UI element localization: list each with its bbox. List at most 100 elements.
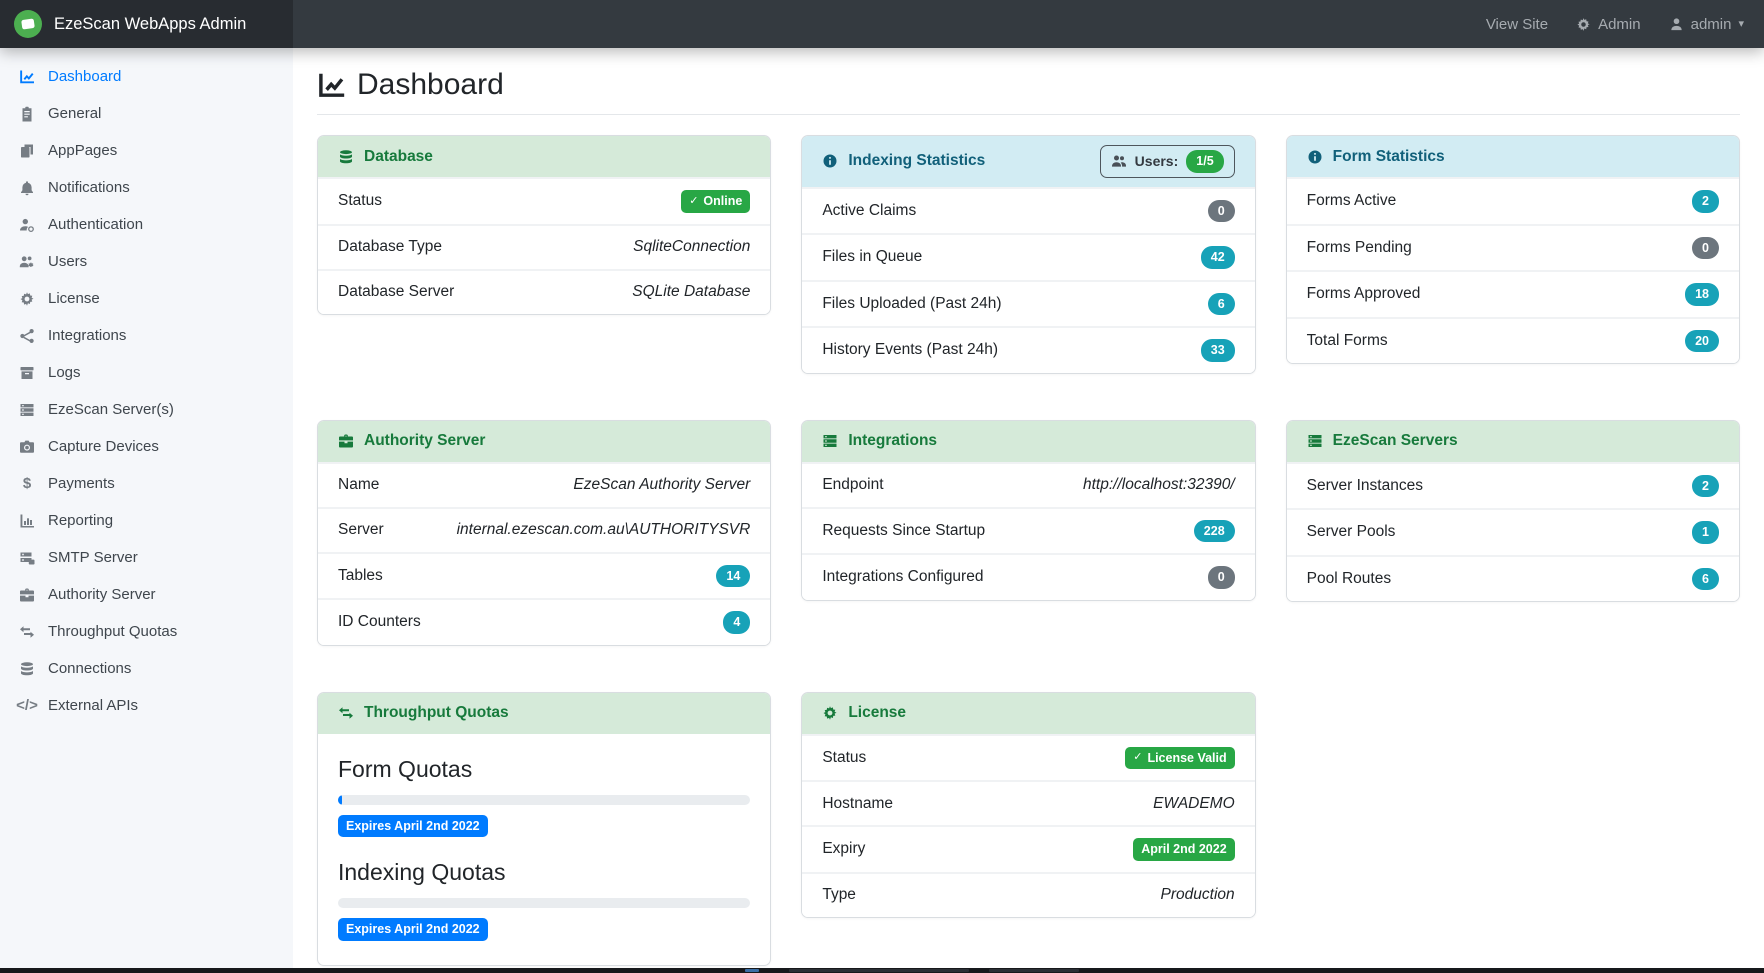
card-license-header: License: [802, 693, 1254, 734]
stat-badge: 228: [1194, 520, 1235, 543]
card-integrations: IntegrationsEndpointhttp://localhost:323…: [801, 420, 1255, 601]
card-indexing-statistics-header: Indexing StatisticsUsers:1/5: [802, 136, 1254, 187]
info-circle-icon: [1307, 149, 1323, 165]
stat-label: Files in Queue: [822, 248, 922, 266]
card-title: Integrations: [848, 432, 937, 450]
quotas-body: Form Quotas Expires April 2nd 2022 Indexin…: [318, 734, 770, 965]
copy-icon: [17, 143, 37, 159]
chart-line-icon: [317, 71, 346, 100]
sidebar-item-label: Payments: [48, 475, 115, 492]
quota-expiry-badge: Expires April 2nd 2022: [338, 815, 488, 838]
navbar-brand-label: EzeScan WebApps Admin: [54, 15, 246, 34]
dollar-icon: $: [17, 476, 37, 491]
users-count-button[interactable]: Users:1/5: [1100, 145, 1235, 178]
briefcase-icon: [17, 587, 37, 603]
sidebar-item-smtp-server[interactable]: SMTP Server: [0, 539, 293, 576]
stat-badge: 0: [1208, 566, 1235, 589]
sidebar-item-authority-server[interactable]: Authority Server: [0, 576, 293, 613]
stat-badge: 2: [1692, 190, 1719, 213]
sidebar-item-authentication[interactable]: Authentication: [0, 206, 293, 243]
sidebar-item-logs[interactable]: Logs: [0, 354, 293, 391]
stat-row-expiry: ExpiryApril 2nd 2022: [802, 825, 1254, 872]
stat-row-forms-pending: Forms Pending0: [1287, 224, 1739, 271]
stat-row-forms-approved: Forms Approved18: [1287, 270, 1739, 317]
stat-badge: 6: [1208, 293, 1235, 316]
sidebar-item-label: Connections: [48, 660, 131, 677]
card-throughput-quotas: Throughput QuotasForm QuotasExpires Apri…: [317, 692, 771, 966]
sidebar-item-notifications[interactable]: Notifications: [0, 169, 293, 206]
sidebar-item-connections[interactable]: Connections: [0, 650, 293, 687]
mail-server-icon: [17, 550, 37, 566]
server-icon: [822, 433, 838, 449]
stat-badge: 2: [1692, 475, 1719, 498]
sidebar-item-dashboard[interactable]: Dashboard: [0, 58, 293, 95]
cog-icon: [17, 291, 37, 307]
card-database: DatabaseStatus✓OnlineDatabase TypeSqlite…: [317, 135, 771, 315]
sidebar-nav: Dashboard General AppPages Notifications Aut…: [0, 58, 293, 724]
quota-indexing-quotas: Indexing QuotasExpires April 2nd 2022: [338, 859, 750, 941]
card-ezescan-servers-header: EzeScan Servers: [1287, 421, 1739, 462]
user-menu[interactable]: admin ▾: [1669, 16, 1744, 33]
sidebar-item-reporting[interactable]: Reporting: [0, 502, 293, 539]
sidebar-item-license[interactable]: License: [0, 280, 293, 317]
card-title: Form Statistics: [1333, 148, 1445, 166]
stat-badge: 6: [1692, 568, 1719, 591]
sidebar-item-ezescan-server-s[interactable]: EzeScan Server(s): [0, 391, 293, 428]
users-icon: [1111, 153, 1127, 169]
view-site-link[interactable]: View Site: [1486, 16, 1548, 33]
stat-value: Production: [1161, 886, 1235, 904]
progress-fill: [338, 795, 342, 805]
server-icon: [1307, 433, 1323, 449]
quota-heading: Form Quotas: [338, 756, 750, 783]
stat-label: Server Instances: [1307, 477, 1423, 495]
stat-label: Pool Routes: [1307, 570, 1391, 588]
stat-value: internal.ezescan.com.au\AUTHORITYSVR: [457, 521, 751, 539]
admin-menu-link[interactable]: Admin: [1576, 16, 1641, 33]
sidebar-item-label: Throughput Quotas: [48, 623, 177, 640]
quota-form-quotas: Form Quotas Expires April 2nd 2022: [338, 756, 750, 838]
stat-label: Files Uploaded (Past 24h): [822, 295, 1001, 313]
stat-row-requests-since-startup: Requests Since Startup228: [802, 507, 1254, 554]
sidebar-item-external-apis[interactable]: </>External APIs: [0, 687, 293, 724]
stat-label: History Events (Past 24h): [822, 341, 998, 359]
stat-label: Type: [822, 886, 856, 904]
sidebar-item-users[interactable]: Users: [0, 243, 293, 280]
sidebar-item-label: AppPages: [48, 142, 117, 159]
sidebar-item-label: Capture Devices: [48, 438, 159, 455]
sidebar-item-label: Dashboard: [48, 68, 121, 85]
sidebar-item-throughput-quotas[interactable]: Throughput Quotas: [0, 613, 293, 650]
sidebar-item-capture-devices[interactable]: Capture Devices: [0, 428, 293, 465]
sidebar-item-label: Reporting: [48, 512, 113, 529]
stat-row-hostname: HostnameEWADEMO: [802, 780, 1254, 825]
stat-label: Total Forms: [1307, 332, 1388, 350]
stat-row-server-pools: Server Pools1: [1287, 508, 1739, 555]
gear-icon: [1576, 17, 1591, 32]
stat-row-tables: Tables14: [318, 552, 770, 599]
stat-value: EzeScan Authority Server: [573, 476, 750, 494]
navbar-brand[interactable]: EzeScan WebApps Admin: [0, 0, 293, 48]
stat-badge: April 2nd 2022: [1133, 838, 1234, 861]
stat-label: Database Type: [338, 238, 442, 256]
stat-row-id-counters: ID Counters4: [318, 598, 770, 645]
cards-grid: DatabaseStatus✓OnlineDatabase TypeSqlite…: [317, 135, 1740, 966]
users-count-badge: 1/5: [1186, 150, 1223, 173]
sidebar-item-label: Logs: [48, 364, 81, 381]
code-icon: </>: [17, 698, 37, 713]
taskbar-blip: [989, 969, 1079, 972]
stat-label: Status: [338, 192, 382, 210]
database-icon: [338, 149, 354, 165]
sidebar-item-integrations[interactable]: Integrations: [0, 317, 293, 354]
stat-label: Database Server: [338, 283, 454, 301]
sidebar-item-label: Notifications: [48, 179, 130, 196]
stat-row-database-type: Database TypeSqliteConnection: [318, 224, 770, 269]
card-license: LicenseStatus✓License ValidHostnameEWADE…: [801, 692, 1255, 918]
chart-line-icon: [17, 69, 37, 85]
card-ezescan-servers: EzeScan Servers Server Instances 2 Server P…: [1286, 420, 1740, 603]
sidebar-item-apppages[interactable]: AppPages: [0, 132, 293, 169]
sidebar-item-payments[interactable]: $ Payments: [0, 465, 293, 502]
sidebar-item-general[interactable]: General: [0, 95, 293, 132]
app-logo-icon: [14, 10, 42, 38]
stat-badge: 42: [1201, 246, 1235, 269]
stat-row-forms-active: Forms Active2: [1287, 177, 1739, 224]
card-form-statistics: Form Statistics Forms Active2Forms Pendin…: [1286, 135, 1740, 364]
